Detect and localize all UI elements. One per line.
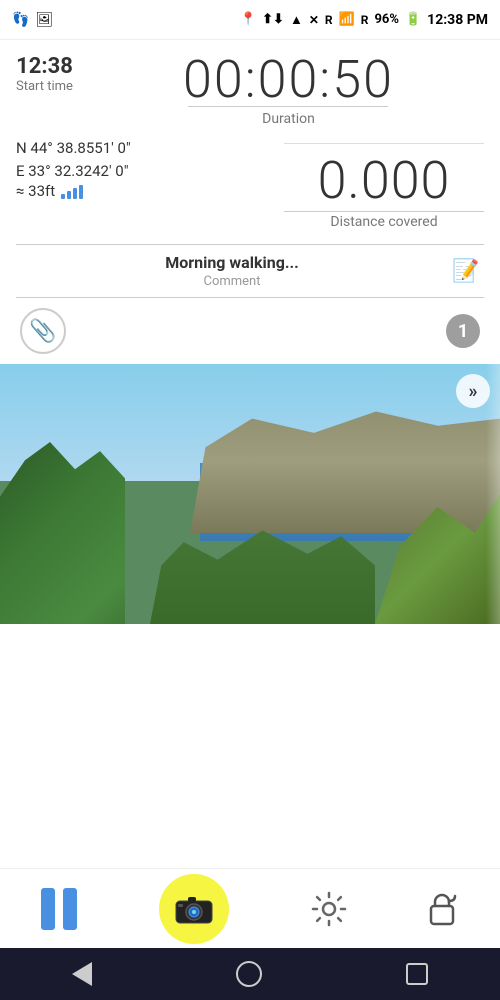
duration-value: 00:00:50 bbox=[93, 54, 484, 106]
lock-icon bbox=[429, 892, 459, 926]
distance-section: 0.000 Distance covered bbox=[284, 143, 484, 230]
bottom-toolbar bbox=[0, 868, 500, 948]
nav-recent-button[interactable] bbox=[406, 963, 428, 985]
location-icon: 📍 bbox=[240, 12, 256, 27]
photo-scene bbox=[0, 364, 500, 624]
comment-area[interactable]: Morning walking... Comment bbox=[16, 253, 448, 289]
duration-label: Duration bbox=[93, 111, 484, 127]
distance-divider bbox=[284, 211, 484, 212]
bar-1 bbox=[61, 194, 65, 199]
start-time-value: 12:38 bbox=[16, 54, 73, 79]
photo-next-button[interactable]: » bbox=[456, 374, 490, 408]
badge-count: 1 bbox=[446, 314, 480, 348]
gps-signal-bars bbox=[61, 183, 83, 199]
distance-value: 0.000 bbox=[284, 150, 484, 211]
pause-bar-right bbox=[63, 888, 77, 930]
battery-percent: 96% bbox=[374, 12, 399, 27]
edit-comment-button[interactable]: 📝 bbox=[448, 253, 484, 289]
coord-n: N 44° 38.8551' 0" bbox=[16, 137, 131, 160]
photo-edge-hint bbox=[486, 364, 500, 624]
signal-bars-icon: 📶 bbox=[339, 12, 355, 27]
empty-space bbox=[0, 624, 500, 704]
coord-e: E 33° 32.3242' 0" bbox=[16, 160, 131, 183]
altitude-line: ≈ 33ft bbox=[16, 182, 131, 200]
status-icons-left: 👣 🖼 bbox=[12, 12, 53, 28]
settings-button[interactable] bbox=[311, 891, 347, 927]
gear-icon bbox=[311, 891, 347, 927]
network-r2-icon: R bbox=[361, 13, 369, 27]
clock: 12:38 PM bbox=[427, 12, 488, 28]
nav-home-icon bbox=[236, 961, 262, 987]
main-content: 12:38 Start time 00:00:50 Duration N 44°… bbox=[0, 40, 500, 364]
battery-icon: 🔋 bbox=[405, 12, 421, 27]
wifi-icon: ▲ bbox=[290, 12, 303, 28]
sim-icon: ✕ bbox=[309, 13, 319, 27]
status-icons-right: 📍 ⬆⬇ ▲ ✕ R 📶 R 96% 🔋 12:38 PM bbox=[240, 12, 488, 28]
camera-icon bbox=[174, 893, 214, 925]
photo-area: » bbox=[0, 364, 500, 624]
network-r-icon: R bbox=[325, 13, 333, 27]
bar-3 bbox=[73, 188, 77, 199]
comment-section: Morning walking... Comment 📝 bbox=[16, 244, 484, 298]
comment-title: Morning walking... bbox=[16, 253, 448, 272]
nav-back-button[interactable] bbox=[72, 962, 92, 986]
action-row: 📎 1 bbox=[16, 298, 484, 364]
status-bar: 👣 🖼 📍 ⬆⬇ ▲ ✕ R 📶 R 96% 🔋 12:38 PM bbox=[0, 0, 500, 40]
coordinates-block: N 44° 38.8551' 0" E 33° 32.3242' 0" ≈ 33… bbox=[16, 137, 131, 200]
start-time-label: Start time bbox=[16, 79, 73, 94]
attach-button[interactable]: 📎 bbox=[20, 308, 66, 354]
lock-button[interactable] bbox=[429, 892, 459, 926]
bar-2 bbox=[67, 191, 71, 199]
nav-home-button[interactable] bbox=[236, 961, 262, 987]
start-time-block: 12:38 Start time bbox=[16, 54, 73, 94]
signal-icon: ⬆⬇ bbox=[262, 12, 284, 27]
nav-recent-icon bbox=[406, 963, 428, 985]
nav-back-icon bbox=[72, 962, 92, 986]
gallery-icon: 🖼 bbox=[35, 12, 53, 28]
altitude-value: ≈ 33ft bbox=[16, 182, 55, 200]
bar-4 bbox=[79, 185, 83, 199]
comment-label: Comment bbox=[16, 274, 448, 289]
duration-block: 00:00:50 Duration bbox=[93, 54, 484, 127]
top-info-row: 12:38 Start time 00:00:50 Duration bbox=[16, 54, 484, 127]
pause-bar-left bbox=[41, 888, 55, 930]
pause-button[interactable] bbox=[41, 888, 77, 930]
nav-bar bbox=[0, 948, 500, 1000]
distance-label: Distance covered bbox=[284, 214, 484, 230]
camera-button[interactable] bbox=[159, 874, 229, 944]
steps-icon: 👣 bbox=[12, 12, 29, 28]
